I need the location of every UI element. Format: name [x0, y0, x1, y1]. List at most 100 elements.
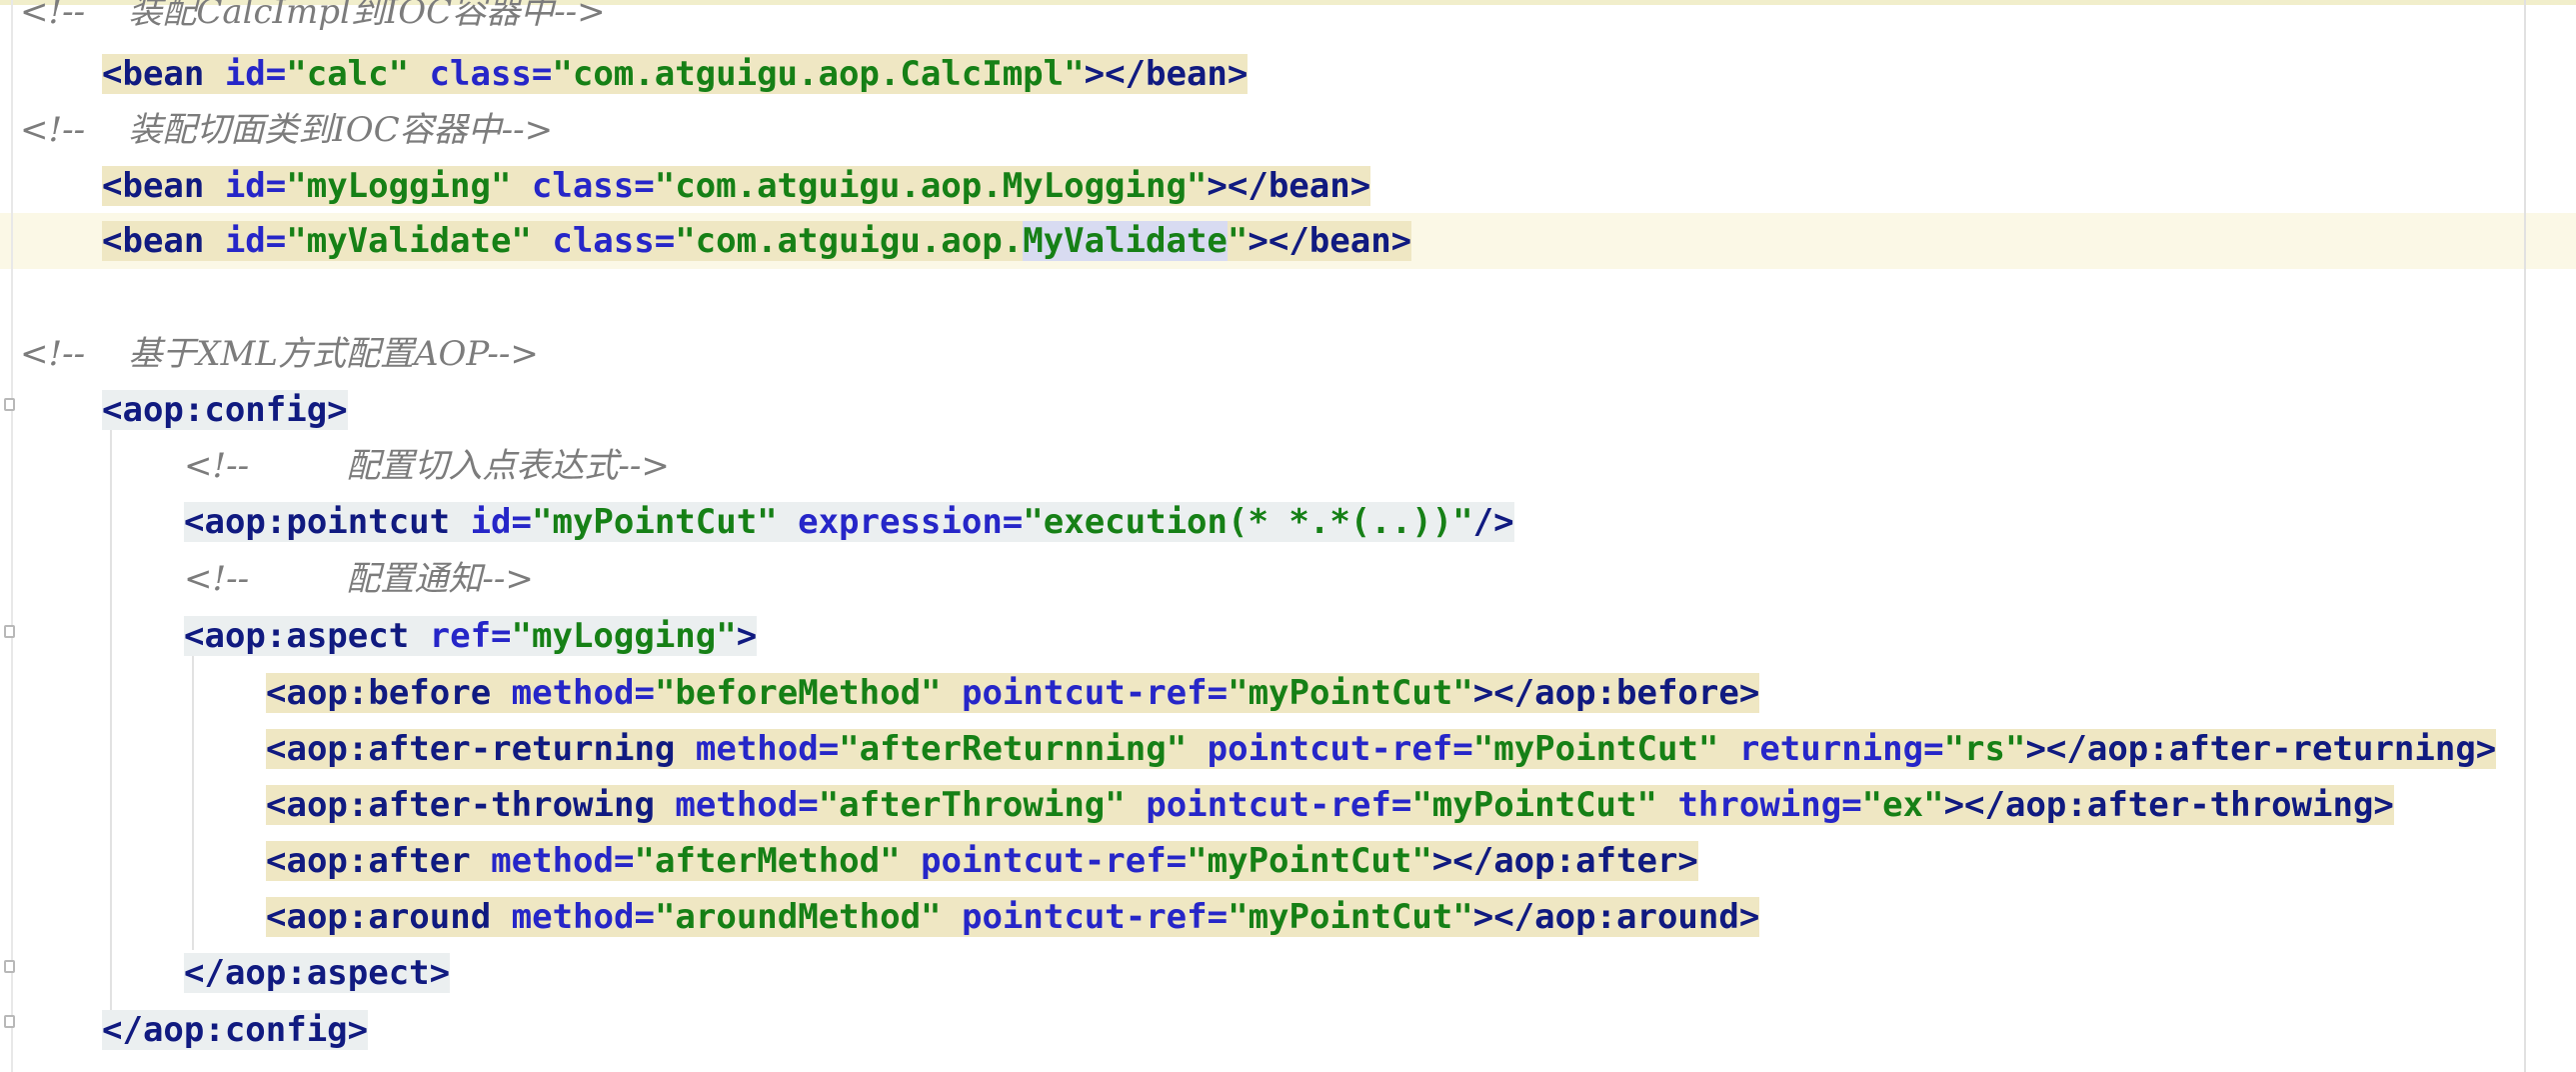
attribute-token: method=: [675, 785, 819, 825]
value-token: "beforeMethod": [654, 673, 962, 713]
tag-token: ></aop:after-returning>: [2025, 729, 2497, 769]
value-token: "myLogging": [511, 616, 737, 656]
attribute-token: id=: [224, 54, 287, 94]
code-line[interactable]: <aop:before method="beforeMethod" pointc…: [266, 665, 1760, 721]
comment-token: <!-- 配置切入点表达式-->: [184, 446, 670, 486]
attribute-token: method=: [695, 729, 840, 769]
code-line[interactable]: <bean id="myValidate" class="com.atguigu…: [102, 213, 1412, 269]
highlighted-code: <aop:before method="beforeMethod" pointc…: [266, 673, 1760, 713]
attribute-token: id=: [470, 502, 532, 542]
attribute-token: ref=: [429, 616, 512, 656]
comment-token: <!-- 基于XML方式配置AOP-->: [20, 334, 539, 374]
code-line[interactable]: <!-- 装配切面类到IOC容器中-->: [20, 102, 553, 158]
code-line[interactable]: <aop:after-returning method="afterReturn…: [266, 721, 2497, 777]
attribute-token: id=: [224, 221, 287, 261]
value-token: "myValidate": [286, 221, 553, 261]
tag-token: <bean: [102, 221, 225, 261]
indent-guide: [110, 430, 112, 1028]
tag-token: <aop:before: [266, 673, 512, 713]
value-token: MyValidate: [1023, 221, 1228, 261]
value-token: "ex": [1861, 785, 1944, 825]
fold-marker-icon[interactable]: [4, 960, 15, 973]
code-line[interactable]: <aop:after-throwing method="afterThrowin…: [266, 777, 2394, 833]
tag-token: ></bean>: [1248, 221, 1412, 261]
code-line[interactable]: <bean id="calc" class="com.atguigu.aop.C…: [102, 46, 1249, 102]
value-token: "myPointCut": [1187, 841, 1432, 881]
indent-guide: [192, 650, 194, 950]
fold-marker-icon[interactable]: [4, 1015, 15, 1028]
comment-code: <!-- 配置通知-->: [184, 559, 534, 599]
attribute-token: id=: [224, 166, 287, 206]
tag-token: <aop:after: [266, 841, 492, 881]
code-editor[interactable]: <!-- 装配CalcImpl到IOC容器中--> <bean id="calc"…: [0, 0, 2576, 1072]
comment-token: <!-- 配置通知-->: [184, 559, 534, 599]
code-line[interactable]: <aop:config>: [102, 382, 348, 438]
tag-token: ></aop:after-throwing>: [1943, 785, 2394, 825]
code-line[interactable]: <!-- 配置通知-->: [184, 551, 534, 607]
tag-token: >: [736, 616, 758, 656]
value-token: "calc": [286, 54, 430, 94]
highlighted-code: <aop:config>: [102, 390, 348, 430]
code-line[interactable]: <!-- 配置切入点表达式-->: [184, 438, 670, 494]
fold-marker-icon[interactable]: [4, 398, 15, 411]
attribute-token: method=: [491, 841, 635, 881]
tag-token: <aop:aspect: [184, 616, 430, 656]
value-token: ": [1227, 221, 1249, 261]
highlighted-code: <aop:after method="afterMethod" pointcut…: [266, 841, 1698, 881]
comment-code: <!-- 配置切入点表达式-->: [184, 446, 670, 486]
attribute-token: returning=: [1738, 729, 1944, 769]
attribute-token: pointcut-ref=: [921, 841, 1188, 881]
attribute-token: class=: [429, 54, 553, 94]
comment-code: <!-- 装配切面类到IOC容器中-->: [20, 110, 553, 150]
code-line[interactable]: <aop:aspect ref="myLogging">: [184, 608, 758, 664]
comment-code: <!-- 基于XML方式配置AOP-->: [20, 334, 539, 374]
tag-token: ></aop:after>: [1431, 841, 1698, 881]
value-token: "myPointCut": [532, 502, 799, 542]
tag-token: ></aop:around>: [1472, 897, 1760, 937]
value-token: "rs": [1943, 729, 2026, 769]
value-token: "myPointCut": [1228, 897, 1473, 937]
value-token: "com.atguigu.aop.CalcImpl": [552, 54, 1085, 94]
tag-token: />: [1472, 502, 1514, 542]
value-token: "afterThrowing": [818, 785, 1147, 825]
highlighted-code: <aop:after-throwing method="afterThrowin…: [266, 785, 2394, 825]
tag-token: ></aop:before>: [1472, 673, 1760, 713]
value-token: "myLogging": [286, 166, 532, 206]
attribute-token: class=: [552, 221, 676, 261]
right-margin-guide: [2524, 0, 2526, 1072]
code-line[interactable]: </aop:config>: [102, 1002, 369, 1058]
value-token: "com.atguigu.aop.: [675, 221, 1024, 261]
tag-token: <bean: [102, 166, 225, 206]
highlighted-code: <aop:around method="aroundMethod" pointc…: [266, 897, 1760, 937]
code-line[interactable]: <aop:around method="aroundMethod" pointc…: [266, 889, 1760, 945]
code-line[interactable]: <bean id="myLogging" class="com.atguigu.…: [102, 158, 1371, 214]
value-token: "com.atguigu.aop.MyLogging": [654, 166, 1208, 206]
tag-token: </aop:config>: [102, 1010, 369, 1050]
attribute-token: expression=: [798, 502, 1024, 542]
code-line[interactable]: <!-- 基于XML方式配置AOP-->: [20, 326, 539, 382]
highlighted-code: </aop:aspect>: [184, 953, 451, 993]
attribute-token: class=: [531, 166, 655, 206]
attribute-token: pointcut-ref=: [1146, 785, 1412, 825]
attribute-token: pointcut-ref=: [1207, 729, 1473, 769]
value-token: "afterMethod": [634, 841, 922, 881]
code-line[interactable]: <aop:pointcut id="myPointCut" expression…: [184, 494, 1514, 550]
value-token: "myPointCut": [1472, 729, 1739, 769]
tag-token: <aop:around: [266, 897, 512, 937]
code-line[interactable]: <!-- 装配CalcImpl到IOC容器中-->: [20, 0, 606, 40]
tag-token: <aop:config>: [102, 390, 348, 430]
comment-token: <!-- 装配切面类到IOC容器中-->: [20, 110, 554, 150]
value-token: "myPointCut": [1228, 673, 1473, 713]
attribute-token: pointcut-ref=: [961, 897, 1229, 937]
code-line[interactable]: <aop:after method="afterMethod" pointcut…: [266, 833, 1698, 889]
tag-token: ></bean>: [1084, 54, 1249, 94]
tag-token: <aop:after-throwing: [266, 785, 676, 825]
fold-marker-icon[interactable]: [4, 625, 15, 638]
code-line[interactable]: </aop:aspect>: [184, 945, 451, 1001]
value-token: "myPointCut": [1411, 785, 1678, 825]
attribute-token: pointcut-ref=: [961, 673, 1229, 713]
attribute-token: throwing=: [1677, 785, 1862, 825]
attribute-token: method=: [511, 673, 655, 713]
highlighted-code: <aop:pointcut id="myPointCut" expression…: [184, 502, 1514, 542]
value-token: "execution(* *.*(..))": [1023, 502, 1473, 542]
